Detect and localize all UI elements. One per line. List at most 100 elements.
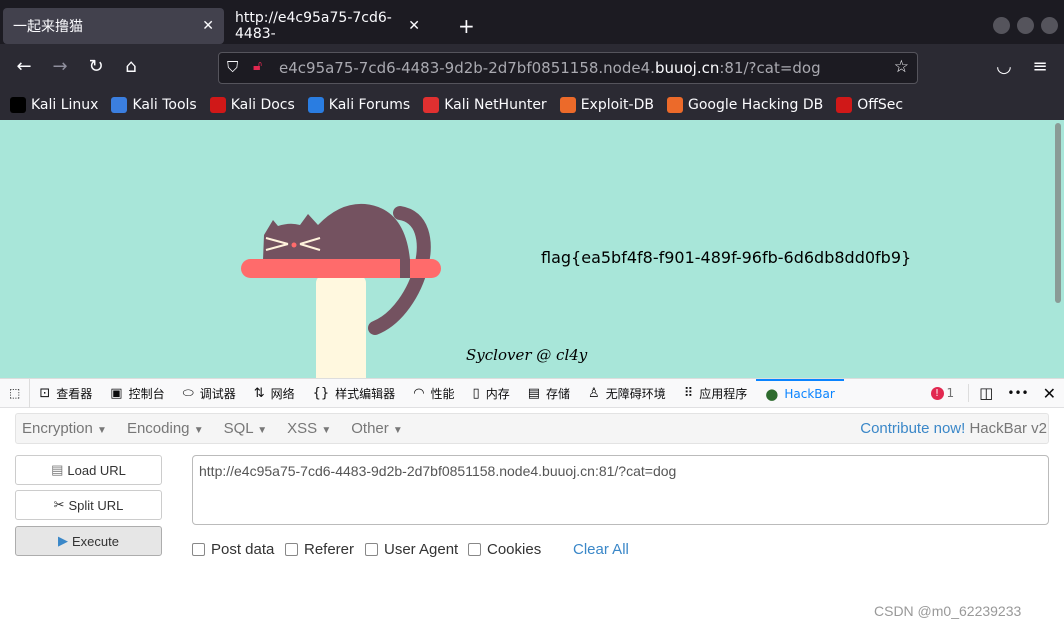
devtools-tab[interactable]: ▯ 内存 [464,379,519,408]
web-page: flag{ea5bf4f8-f901-489f-96fb-6d6db8dd0fb… [0,120,1064,378]
bookmark-item[interactable]: Kali Linux [10,97,98,113]
kali-dragon-icon [10,97,26,113]
debugger-icon: ⬭ [182,385,194,401]
nethunter-icon [423,97,440,113]
error-badge[interactable]: ! 1 [930,386,954,400]
caret-down-icon: ▼ [257,425,268,436]
inspector-icon: ⊡ [39,385,51,401]
insecure-lock-icon[interactable]: 🔓︎ [253,58,262,74]
devtools-tab[interactable]: ▣ 控制台 [101,379,173,408]
url-bar[interactable]: ⛉ 🔓︎ e4c95a75-7cd6-4483-9d2b-2d7bf085115… [218,52,918,84]
bookmarks-bar: Kali Linux Kali Tools Kali Docs Kali Forums… [0,90,1064,120]
split-url-button[interactable]: ✂ Split URL [15,490,162,520]
bookmark-item[interactable]: Exploit-DB [559,97,654,113]
devtools-tab[interactable]: ⇅ 网络 [245,379,304,408]
option-checkbox[interactable]: Referer [285,541,354,558]
bookmark-item[interactable]: Kali Docs [209,97,295,113]
hackbar-menu[interactable]: XSS ▼ [281,420,337,437]
tab-title: http://e4c95a75-7cd6-4483- [235,10,392,42]
network-icon: ⇅ [253,385,265,401]
scratching-post [316,275,366,378]
dock-icon[interactable]: ◫ [968,384,993,402]
memory-icon: ▯ [472,385,480,401]
more-options-icon[interactable]: ••• [1007,386,1028,400]
bookmark-star-icon[interactable]: ☆ [894,57,909,77]
checkbox[interactable] [468,543,481,556]
devtools-tab[interactable]: ● HackBar [756,378,844,408]
caret-down-icon: ▼ [392,425,403,436]
storage-icon: ▤ [527,385,541,401]
hackbar-menu[interactable]: SQL ▼ [218,420,274,437]
bookmark-item[interactable]: Google Hacking DB [666,97,823,113]
exploit-db-icon [559,97,576,113]
option-checkbox[interactable]: User Agent [365,541,458,558]
devtools-tab[interactable]: ▤ 存储 [519,379,579,408]
error-icon: ! [930,386,944,400]
load-url-button[interactable]: ▤ Load URL [15,455,162,485]
url-textarea[interactable]: http://e4c95a75-7cd6-4483-9d2b-2d7bf0851… [192,455,1049,525]
close-tab-icon[interactable]: ✕ [408,18,420,34]
kali-forums-icon [307,97,324,113]
bookmark-item[interactable]: Kali Forums [307,97,410,113]
signature: Syclover @ cl4y [466,346,588,364]
devtools-toolbar: ⬚ ⊡ 查看器 ▣ 控制台 ⬭ 调试器 ⇅ 网络{} 样式编辑器 ◠ 性能 ▯ 内存 ▤ 存储 ♙ 无障碍环境 ⠿… [0,378,1064,408]
minimize-button[interactable] [993,17,1010,34]
new-tab-button[interactable]: + [458,14,475,38]
console-icon: ▣ [110,385,123,401]
play-icon: ▶ [58,533,68,548]
caret-down-icon: ▼ [97,425,107,436]
url-prefix: e4c95a75-7cd6-4483-9d2b-2d7bf0851158.nod… [279,59,655,77]
devtools-tab[interactable]: ⊡ 查看器 [30,379,101,408]
url-domain: buuoj.cn [654,59,720,77]
tab-second[interactable]: http://e4c95a75-7cd6-4483- ✕ [225,8,430,44]
caret-down-icon: ▼ [193,425,204,436]
option-checkbox[interactable]: Post data [192,541,274,558]
close-devtools-icon[interactable]: ✕ [1043,384,1056,403]
bookmark-item[interactable]: Kali Tools [111,97,197,113]
element-picker-icon[interactable]: ⬚ [0,378,31,408]
pocket-icon[interactable]: ◡ [992,56,1016,77]
devtools-tab[interactable]: ⬭ 调试器 [174,379,245,408]
hackbar-menu[interactable]: Encoding ▼ [121,420,210,437]
home-icon[interactable]: ⌂ [119,56,143,77]
contribute-link[interactable]: Contribute now! HackBar v2 [860,420,1048,437]
kali-tools-icon [111,97,128,113]
back-icon[interactable]: ← [12,56,36,77]
devtools-tab[interactable]: ♙ 无障碍环境 [579,379,675,408]
ghdb-icon [666,97,683,113]
execute-button[interactable]: ▶ Execute [15,526,162,556]
flag-text: flag{ea5bf4f8-f901-489f-96fb-6d6db8dd0fb… [541,248,912,267]
style-editor-icon: {} [312,385,330,401]
devtools-tab[interactable]: {} 样式编辑器 [304,379,405,408]
hackbar-icon: ● [765,385,779,403]
hackbar-menu[interactable]: Other ▼ [345,420,409,437]
cat-illustration [241,203,441,378]
option-checkbox[interactable]: Cookies [468,541,541,558]
checkbox[interactable] [365,543,378,556]
devtools-tab[interactable]: ◠ 性能 [404,379,463,408]
bookmark-item[interactable]: OffSec [836,97,903,113]
checkbox[interactable] [285,543,298,556]
scrollbar[interactable] [1055,123,1061,303]
close-tab-icon[interactable]: ✕ [202,18,214,34]
checkbox[interactable] [192,543,205,556]
url-suffix: :81/?cat=dog [719,59,821,77]
shield-icon[interactable]: ⛉ [227,58,238,76]
devtools-tab[interactable]: ⠿ 应用程序 [675,379,757,408]
forward-icon[interactable]: → [48,56,72,77]
tab-title: 一起来撸猫 [13,19,83,35]
hackbar-menu[interactable]: Encryption ▼ [16,420,113,437]
menu-icon[interactable]: ≡ [1028,56,1052,77]
clear-all-link[interactable]: Clear All [573,541,629,558]
application-icon: ⠿ [683,385,694,401]
accessibility-icon: ♙ [588,385,600,401]
tab-active[interactable]: 一起来撸猫 ✕ [3,8,224,44]
close-window-button[interactable] [1041,17,1058,34]
watermark: CSDN @m0_62239233 [874,603,1022,619]
maximize-button[interactable] [1017,17,1034,34]
kali-docs-icon [209,97,226,113]
reload-icon[interactable]: ↻ [84,56,108,77]
bookmark-item[interactable]: Kali NetHunter [423,97,547,113]
scissors-icon: ✂ [53,497,65,512]
caret-down-icon: ▼ [321,425,332,436]
